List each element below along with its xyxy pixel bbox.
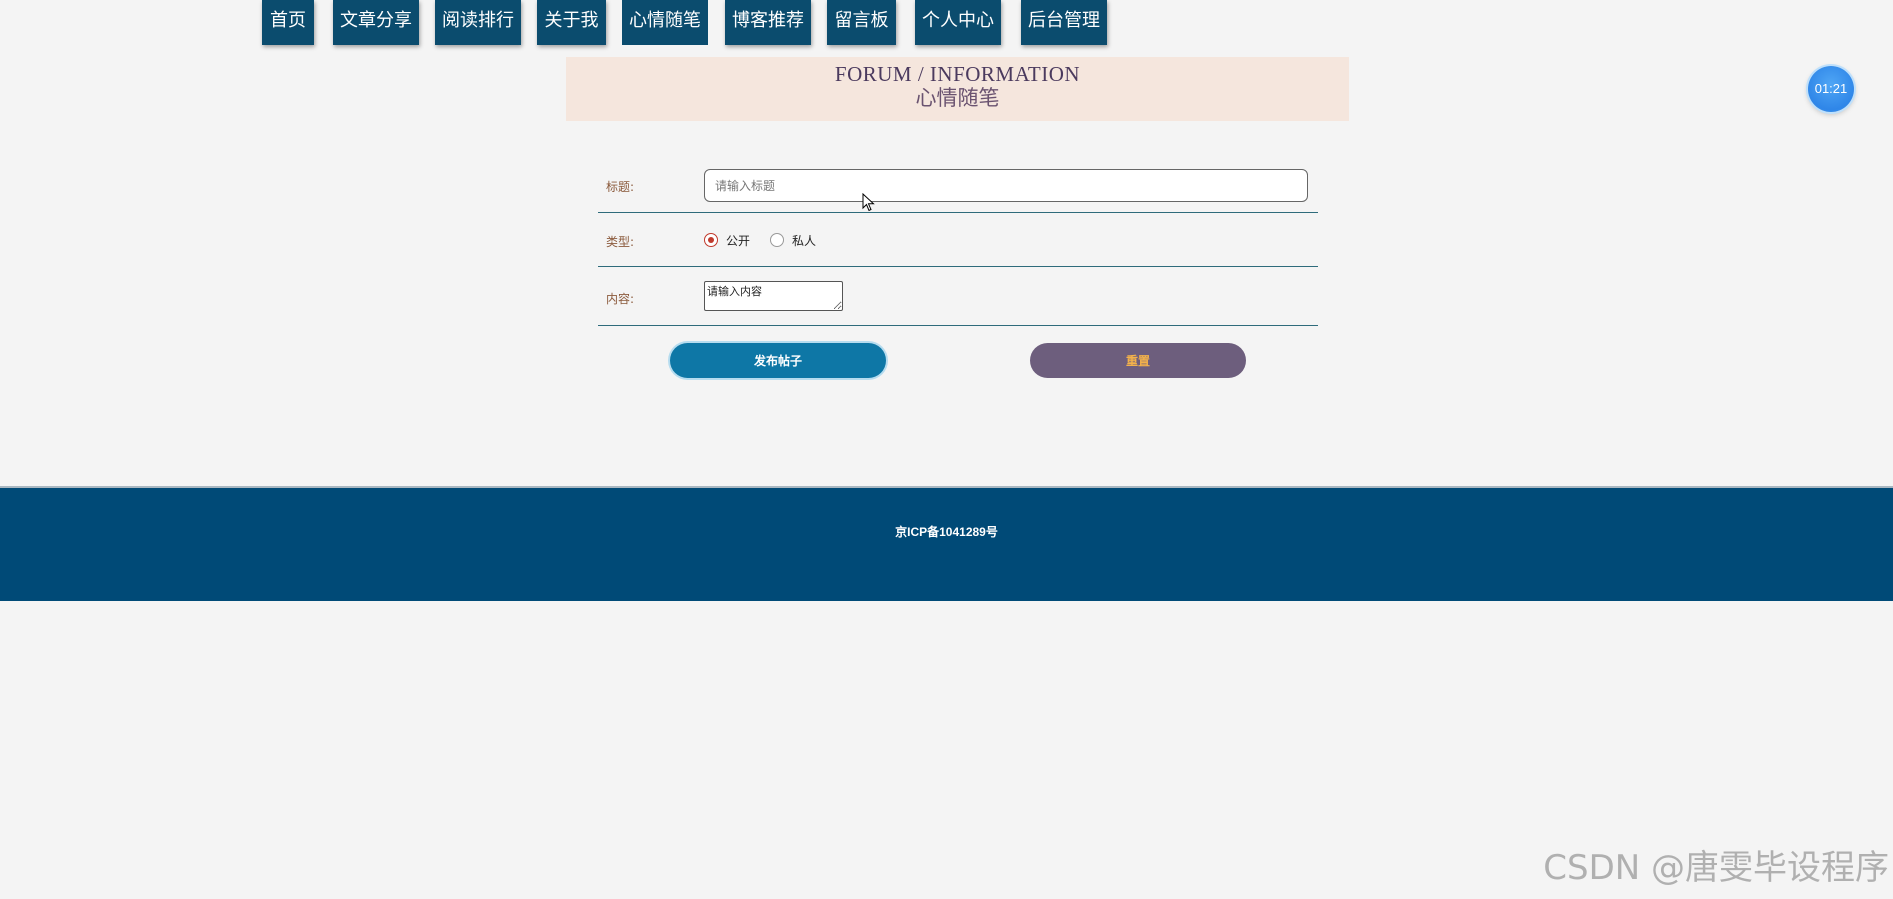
mouse-cursor-icon bbox=[862, 193, 875, 212]
nav-item-article-share[interactable]: 文章分享 bbox=[333, 0, 419, 45]
nav-item-reading-rank[interactable]: 阅读排行 bbox=[435, 0, 521, 45]
radio-private-circle[interactable] bbox=[770, 233, 785, 247]
page-banner: FORUM / INFORMATION 心情随笔 bbox=[566, 57, 1349, 121]
csdn-watermark: CSDN @唐雯毕设程序 bbox=[1543, 848, 1889, 888]
title-input[interactable] bbox=[704, 169, 1308, 202]
content-row: 内容: bbox=[598, 267, 1318, 326]
banner-english-title: FORUM / INFORMATION bbox=[834, 62, 1081, 86]
nav-item-admin[interactable]: 后台管理 bbox=[1021, 0, 1107, 45]
nav-item-home[interactable]: 首页 bbox=[262, 0, 314, 45]
radio-public-circle[interactable] bbox=[704, 233, 718, 247]
icp-record: 京ICP备1041289号 bbox=[895, 525, 998, 539]
nav-item-personal-center[interactable]: 个人中心 bbox=[915, 0, 1001, 45]
timer-badge[interactable]: 01:21 bbox=[1808, 66, 1854, 112]
title-row: 标题: bbox=[598, 160, 1318, 213]
post-form: 标题: 类型: 公开 私人 内容: 发布帖子 重置 bbox=[598, 160, 1318, 386]
submit-post-button[interactable]: 发布帖子 bbox=[670, 343, 886, 378]
radio-public-label: 公开 bbox=[726, 233, 751, 248]
nav-item-blog-recommend[interactable]: 博客推荐 bbox=[725, 0, 811, 45]
banner-chinese-title: 心情随笔 bbox=[915, 86, 1000, 110]
content-label: 内容: bbox=[606, 292, 635, 306]
form-buttons: 发布帖子 重置 bbox=[598, 326, 1318, 386]
content-textarea[interactable] bbox=[704, 281, 843, 311]
page-footer: 京ICP备1041289号 bbox=[0, 486, 1893, 601]
title-label: 标题: bbox=[606, 180, 635, 194]
nav-item-message-board[interactable]: 留言板 bbox=[827, 0, 896, 45]
radio-private[interactable]: 私人 bbox=[770, 232, 816, 249]
radio-public[interactable]: 公开 bbox=[704, 232, 750, 249]
nav-item-mood-notes[interactable]: 心情随笔 bbox=[622, 0, 708, 45]
reset-button[interactable]: 重置 bbox=[1030, 343, 1246, 378]
nav-item-about-me[interactable]: 关于我 bbox=[537, 0, 606, 45]
type-row: 类型: 公开 私人 bbox=[598, 213, 1318, 267]
type-radio-group: 公开 私人 bbox=[704, 231, 836, 249]
type-label: 类型: bbox=[606, 235, 635, 249]
radio-private-label: 私人 bbox=[792, 233, 817, 248]
